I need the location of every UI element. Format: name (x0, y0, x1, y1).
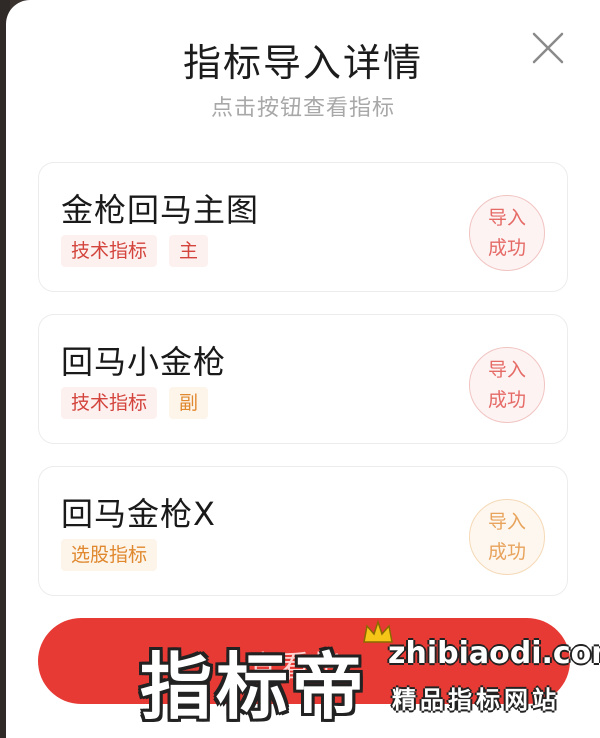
import-success-stamp: 导入 成功 (469, 195, 545, 271)
import-details-dialog: 指标导入详情 点击按钮查看指标 金枪回马主图 技术指标 主 导入 成功 回马小金… (6, 0, 600, 738)
indicator-card-3[interactable]: 回马金枪X 选股指标 导入 成功 (38, 466, 568, 596)
indicator-tags: 技术指标 主 (61, 235, 209, 267)
tag-type: 选股指标 (61, 539, 158, 571)
indicator-card-2[interactable]: 回马小金枪 技术指标 副 导入 成功 (38, 314, 568, 444)
tag-type: 技术指标 (61, 235, 158, 267)
indicator-name: 回马小金枪 (61, 343, 227, 381)
indicator-tags: 选股指标 (61, 539, 158, 571)
indicator-card-1[interactable]: 金枪回马主图 技术指标 主 导入 成功 (38, 162, 568, 292)
stamp-line-2: 成功 (487, 389, 526, 411)
stamp-line-2: 成功 (487, 541, 526, 563)
tag-type: 技术指标 (61, 387, 158, 419)
stamp-line-1: 导入 (487, 359, 526, 381)
indicator-name: 回马金枪X (61, 495, 216, 533)
indicator-name: 金枪回马主图 (61, 191, 260, 229)
import-success-stamp: 导入 成功 (469, 347, 545, 423)
view-indicator-button-label: 查看指 (248, 650, 344, 685)
tag-chart: 副 (169, 387, 209, 419)
import-success-stamp: 导入 成功 (469, 499, 545, 575)
stamp-line-2: 成功 (487, 237, 526, 259)
close-icon[interactable] (528, 28, 568, 68)
tag-chart: 主 (169, 235, 209, 267)
dialog-title: 指标导入详情 (182, 41, 423, 85)
indicator-tags: 技术指标 副 (61, 387, 209, 419)
view-indicator-button[interactable]: 查看指 (38, 618, 570, 704)
stamp-line-1: 导入 (487, 511, 526, 533)
stamp-line-1: 导入 (487, 207, 526, 229)
dialog-subtitle: 点击按钮查看指标 (210, 96, 395, 121)
